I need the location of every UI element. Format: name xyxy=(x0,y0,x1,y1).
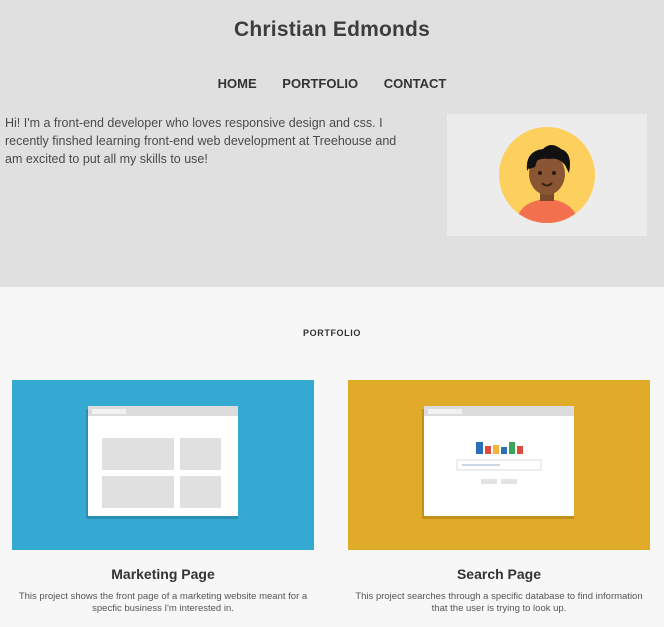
bio-text: Hi! I'm a front-end developer who loves … xyxy=(5,116,397,166)
site-title: Christian Edmonds xyxy=(234,18,430,41)
project-title: Marketing Page xyxy=(111,566,215,582)
nav-portfolio-link[interactable]: PORTFOLIO xyxy=(282,76,358,91)
project-card-marketing[interactable]: Marketing Page This project shows the fr… xyxy=(12,380,314,615)
browser-search-layout-icon xyxy=(422,406,574,519)
hero-section: Christian Edmonds HOME PORTFOLIO CONTACT… xyxy=(0,0,664,287)
nav-home-link[interactable]: HOME xyxy=(218,76,257,91)
project-title: Search Page xyxy=(456,566,542,582)
project-description: This project shows the front page of a m… xyxy=(18,591,308,614)
nav-contact-link[interactable]: CONTACT xyxy=(384,76,447,91)
portfolio-heading: PORTFOLIO xyxy=(303,328,361,338)
browser-grid-layout-icon xyxy=(86,406,238,519)
avatar-panel xyxy=(447,114,647,236)
project-card-search[interactable]: Search Page This project searches throug… xyxy=(348,380,650,615)
project-thumbnail[interactable] xyxy=(348,380,650,550)
project-thumbnail[interactable] xyxy=(12,380,314,550)
project-description: This project searches through a specific… xyxy=(355,591,643,614)
person-avatar-icon xyxy=(499,127,595,223)
main-nav: HOME PORTFOLIO CONTACT xyxy=(0,76,664,91)
